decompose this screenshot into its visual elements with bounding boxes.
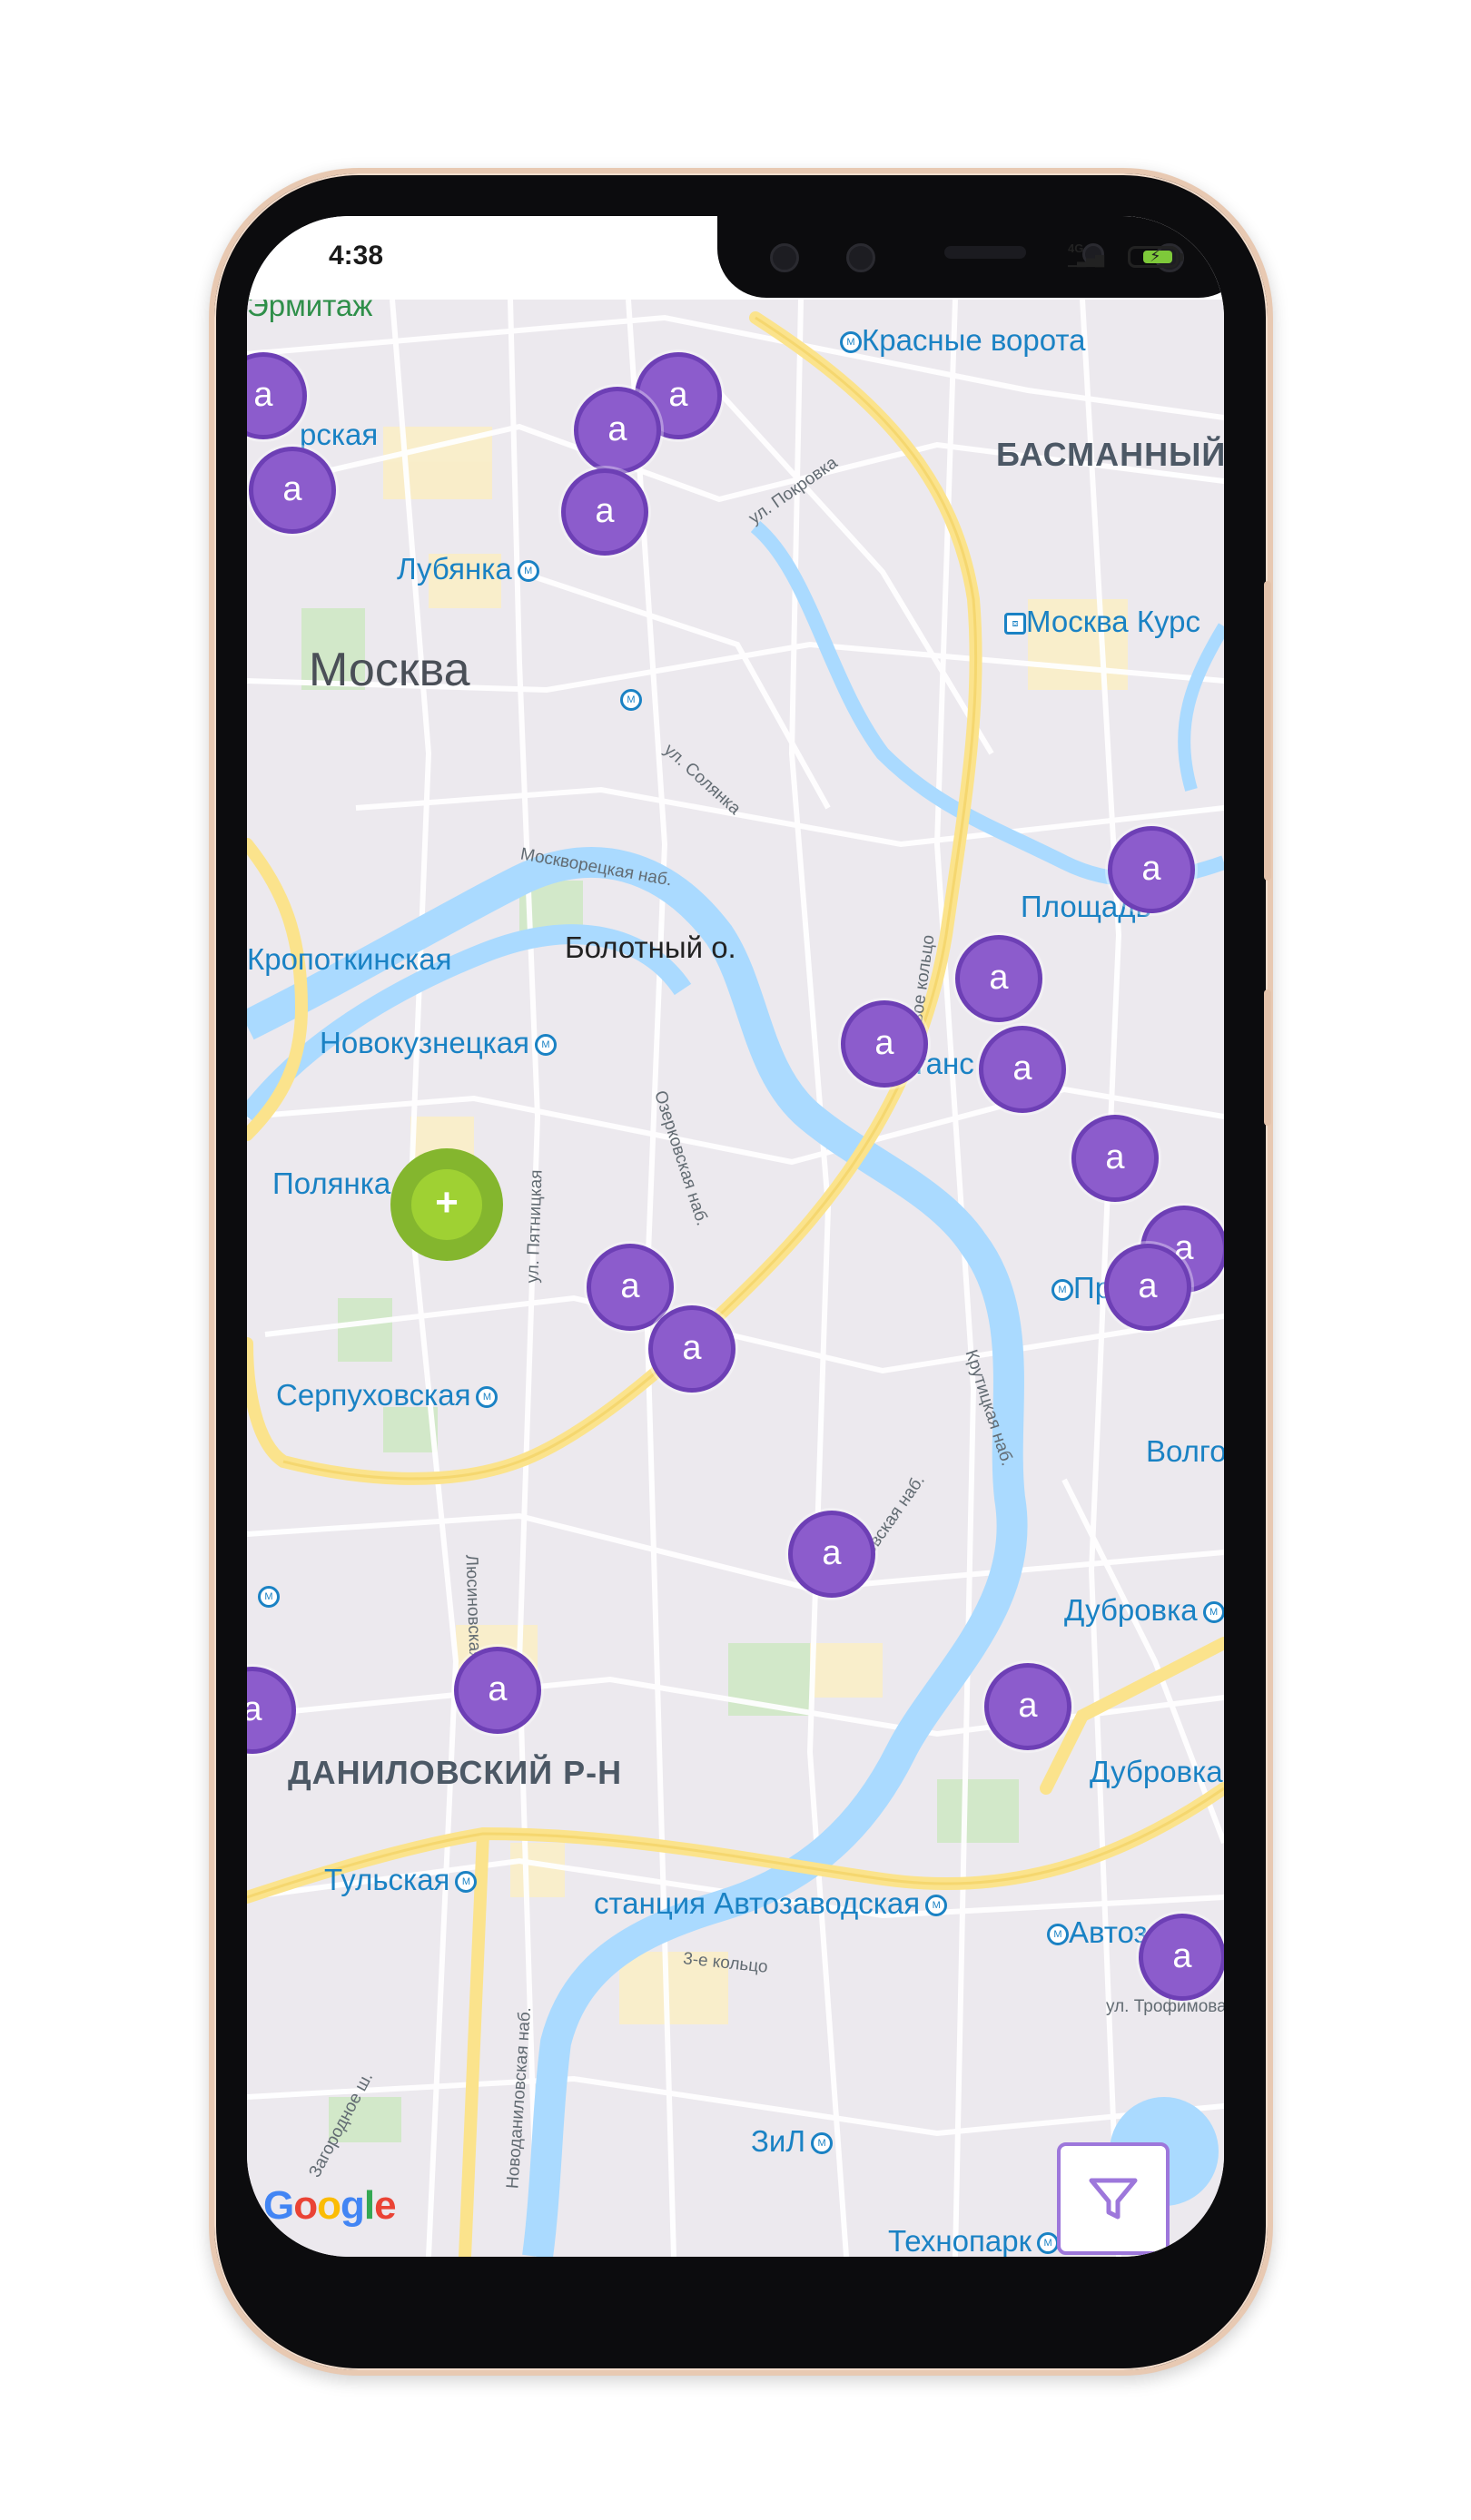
map-marker[interactable]: a [841, 1000, 928, 1088]
map-label-ul-trofimova: ул. Трофимова [1106, 1997, 1224, 2016]
map-label-tekhnopark: Технопарк М [888, 2224, 1060, 2257]
map-marker[interactable]: a [249, 447, 336, 534]
phone-side-button-lower [1264, 989, 1271, 1126]
map-label-bolotny: Болотный о. [565, 930, 736, 964]
metro-station-marker: М [615, 681, 642, 715]
phone-side-button-upper [1264, 581, 1271, 881]
map-label-serpukhovskaya: Серпуховская М [276, 1378, 499, 1413]
map-label-krasnye-vorota: М Красные ворота [834, 323, 1086, 358]
plus-icon: + [411, 1169, 482, 1240]
battery-charging-icon: ⚡ [1128, 246, 1183, 268]
metro-icon: М [258, 1586, 280, 1609]
metro-station-marker: М [252, 1578, 280, 1612]
map-label-lubyanka: Лубянка М [397, 552, 539, 586]
map-label-moskva-kursk-text: Москва Курс [1026, 605, 1201, 638]
map-marker[interactable]: a [979, 1026, 1066, 1113]
metro-icon: М [535, 1034, 557, 1057]
front-camera-icon [770, 243, 799, 272]
metro-icon: М [840, 331, 862, 354]
map-label-avtozavodskaya-station-text: станция Автозаводская [594, 1886, 921, 1920]
map-label-tulskaya: Тульская М [324, 1863, 478, 1897]
map-label-zil: ЗиЛ М [751, 2124, 834, 2159]
metro-icon: М [476, 1386, 499, 1409]
map-label-lubyanka-text: Лубянка [397, 552, 512, 586]
charging-bolt-icon: ⚡ [1150, 247, 1161, 265]
metro-icon: М [455, 1871, 478, 1894]
railway-station-icon: ⧈ [1004, 613, 1026, 635]
status-time: 4:38 [329, 241, 384, 271]
metro-icon: М [811, 2132, 834, 2155]
map-marker[interactable]: a [955, 935, 1042, 1022]
network-indicator: 4G ▁▃▅▇ [1068, 242, 1104, 266]
map-label-moskva-kursk: ⧈ Москва Курс [999, 605, 1200, 639]
google-logo: Google [263, 2183, 397, 2229]
google-logo-text: o [293, 2183, 318, 2228]
map-label-moskva: Москва [309, 644, 470, 696]
map-label-ul-pyatnitskaya: ул. Пятницкая [523, 1169, 547, 1284]
google-logo-text: G [263, 2183, 294, 2228]
map-label-sherskaya: рская [300, 418, 379, 451]
map-label-avtozavodskaya-station: станция Автозаводская М [594, 1886, 948, 1921]
sensor-icon [846, 243, 875, 272]
map-label-polyanka-text: Полянка [272, 1166, 391, 1200]
map-label-volgo: Волго [1146, 1434, 1224, 1468]
metro-icon: М [517, 560, 539, 583]
metro-icon: М [1202, 1601, 1224, 1624]
map-marker[interactable]: a [561, 468, 648, 556]
map-label-lusinovskaya: Люсиновская [461, 1554, 485, 1661]
map-label-serpukhovskaya-text: Серпуховская [276, 1378, 471, 1412]
filter-funnel-icon [1089, 2178, 1138, 2220]
map-marker[interactable]: a [984, 1663, 1071, 1750]
map-label-basmanny: БАСМАННЫЙ [996, 436, 1224, 473]
metro-icon: М [1047, 1924, 1069, 1946]
metro-icon: М [925, 1895, 948, 1917]
map-view[interactable]: Эрмитаж М Красные ворота БАСМАННЫЙ рская … [247, 289, 1224, 2257]
map-marker[interactable]: a [1071, 1115, 1159, 1202]
map-marker[interactable]: a [1104, 1244, 1191, 1331]
map-label-novokuznetskaya-text: Новокузнецкая [320, 1026, 529, 1059]
map-label-zil-text: ЗиЛ [751, 2124, 806, 2158]
map-label-dubrovka-2: Дубровка [1090, 1755, 1223, 1788]
metro-icon: М [620, 689, 642, 712]
map-marker[interactable]: a [1108, 826, 1195, 913]
map-marker[interactable]: a [788, 1511, 875, 1598]
filter-button[interactable] [1057, 2142, 1170, 2255]
map-label-danilovsky: ДАНИЛОВСКИЙ Р-Н [288, 1754, 623, 1791]
map-marker[interactable]: a [648, 1305, 736, 1393]
map-marker[interactable]: a [454, 1647, 541, 1734]
map-label-dubrovka-1: Дубровка М [1064, 1593, 1224, 1628]
phone-screen: 4:38 4G ▁▃▅▇ ⚡ Эрмитаж М Красные ворота … [247, 216, 1224, 2257]
signal-bars-icon: ▁▃▅▇ [1068, 253, 1104, 267]
google-logo-text: g [341, 2183, 365, 2228]
map-label-tekhnopark-text: Технопарк [888, 2224, 1032, 2257]
google-logo-text: o [317, 2183, 341, 2228]
add-location-marker[interactable]: + [390, 1148, 503, 1261]
google-logo-text: l [363, 2183, 375, 2228]
earpiece-speaker [944, 246, 1026, 259]
map-label-krasnye-vorota-text: Красные ворота [862, 323, 1086, 357]
map-label-novokuznetskaya: Новокузнецкая М [320, 1026, 557, 1060]
map-label-pr: М Пр [1046, 1271, 1111, 1305]
map-marker[interactable]: a [1139, 1914, 1224, 2001]
map-label-dubrovka-1-text: Дубровка [1064, 1593, 1198, 1627]
metro-icon: М [1037, 2232, 1060, 2255]
metro-icon: М [1051, 1279, 1073, 1302]
map-label-tulskaya-text: Тульская [324, 1863, 450, 1896]
map-marker[interactable]: a [574, 387, 661, 474]
map-label-kropotkinskaya: Кропоткинская [247, 942, 452, 976]
google-logo-text: e [374, 2183, 397, 2228]
